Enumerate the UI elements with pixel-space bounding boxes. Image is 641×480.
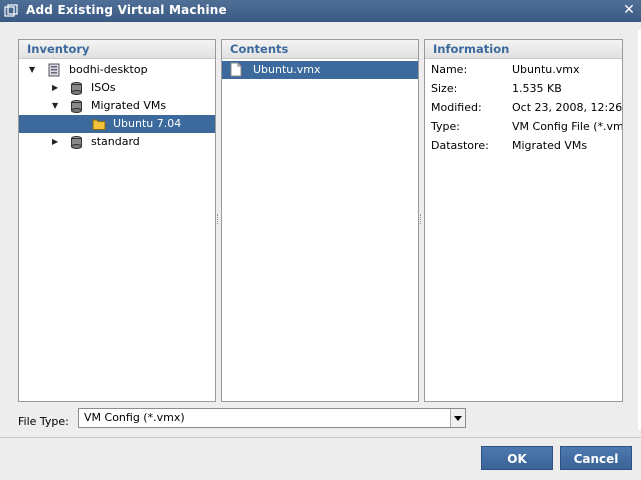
ok-button[interactable]: OK [481,446,553,470]
dialog-title: Add Existing Virtual Machine [26,3,227,17]
info-value: VM Config File (*.vmx [512,120,623,133]
folder-icon [92,119,106,130]
file-type-label: File Type: [18,415,69,428]
inventory-header: Inventory [19,40,215,59]
tree-item-label: ISOs [91,81,116,94]
info-value: Oct 23, 2008, 12:26 [512,101,623,114]
file-type-value: VM Config (*.vmx) [84,411,185,424]
dropdown-button[interactable] [450,409,465,427]
info-value: Ubuntu.vmx [512,63,580,76]
info-key: Name: [431,63,468,76]
information-header: Information [425,40,622,59]
file-item-ubuntu-vmx[interactable]: Ubuntu.vmx [222,61,418,79]
info-value: 1.535 KB [512,82,562,95]
close-icon[interactable]: ✕ [621,2,637,18]
tree-item-standard[interactable]: ▶ standard [19,133,215,151]
dialog-app-icon [4,4,18,17]
contents-panel: Contents Ubuntu.vmx [221,39,419,402]
file-item-label: Ubuntu.vmx [253,63,321,76]
datastore-icon [71,82,82,95]
info-key: Modified: [431,101,482,114]
server-icon [48,63,60,77]
information-panel: Information Name: Ubuntu.vmx Size: 1.535… [424,39,623,402]
tree-item-isos[interactable]: ▶ ISOs [19,79,215,97]
tree-item-ubuntu-7-04[interactable]: Ubuntu 7.04 [19,115,215,133]
tree-item-label: Ubuntu 7.04 [113,117,182,130]
collapsed-arrow-icon[interactable]: ▶ [52,138,60,146]
collapsed-arrow-icon[interactable]: ▶ [52,84,60,92]
inventory-panel: Inventory ▼ bodhi-desktop ▶ ISOs ▼ Migra… [18,39,216,402]
tree-item-label: bodhi-desktop [69,63,148,76]
info-key: Type: [431,120,460,133]
tree-item-label: standard [91,135,140,148]
splitter-handle[interactable] [217,214,220,224]
splitter-handle[interactable] [420,214,423,224]
cancel-button[interactable]: Cancel [560,446,632,470]
expanded-arrow-icon[interactable]: ▼ [52,102,60,110]
chevron-down-icon [454,416,462,421]
datastore-icon [71,100,82,113]
tree-item-bodhi-desktop[interactable]: ▼ bodhi-desktop [19,61,215,79]
contents-header: Contents [222,40,418,59]
expanded-arrow-icon[interactable]: ▼ [29,66,37,74]
file-type-select[interactable]: VM Config (*.vmx) [78,408,466,428]
info-key: Size: [431,82,458,95]
divider [0,437,641,438]
tree-item-label: Migrated VMs [91,99,167,112]
add-vm-dialog: Add Existing Virtual Machine ✕ Inventory… [0,0,641,480]
info-key: Datastore: [431,139,489,152]
info-value: Migrated VMs [512,139,588,152]
tree-item-migrated-vms[interactable]: ▼ Migrated VMs [19,97,215,115]
datastore-icon [71,136,82,149]
title-bar: Add Existing Virtual Machine ✕ [0,0,641,22]
file-icon [230,62,242,77]
